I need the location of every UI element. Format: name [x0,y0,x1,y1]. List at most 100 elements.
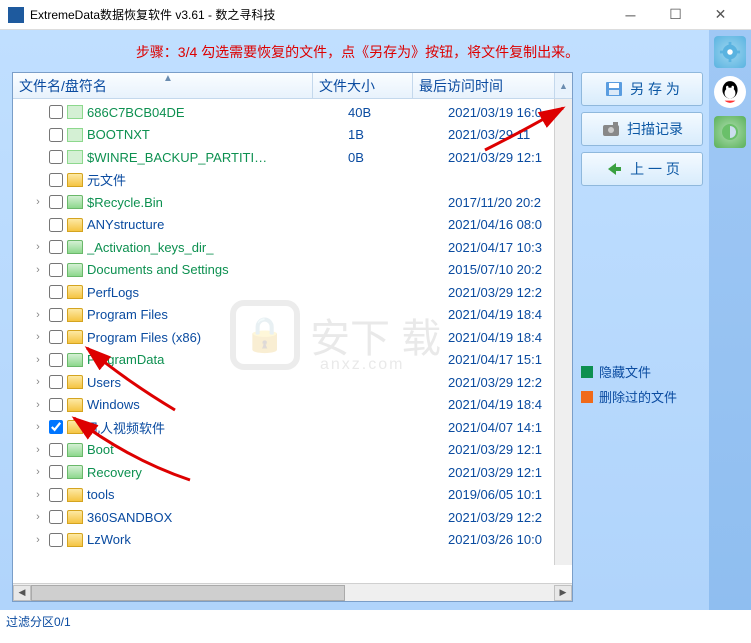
expand-icon[interactable]: › [31,511,45,523]
file-checkbox[interactable] [49,150,63,164]
file-checkbox[interactable] [49,218,63,232]
file-row[interactable]: ›tools2019/06/05 10:1 [13,484,572,507]
file-row[interactable]: ANYstructure2021/04/16 08:0 [13,214,572,237]
file-checkbox[interactable] [49,398,63,412]
file-checkbox[interactable] [49,308,63,322]
legend-deleted: 删除过的文件 [581,387,703,406]
file-checkbox[interactable] [49,330,63,344]
file-row[interactable]: BOOTNXT1B2021/03/29 11 [13,124,572,147]
file-row[interactable]: 686C7BCB04DE40B2021/03/19 16:0 [13,101,572,124]
file-row[interactable]: › Program Files 2021/04/19 18:4 [13,304,572,327]
file-time: 2021/03/29 12:1 [442,465,572,480]
file-checkbox[interactable] [49,465,63,479]
legend-hidden-label: 隐藏文件 [599,362,651,381]
folder-icon [67,353,83,367]
file-time: 2021/03/26 10:0 [442,532,572,547]
scroll-left-button[interactable]: ◀ [13,585,31,601]
expand-icon[interactable]: › [31,421,45,433]
prev-page-label: 上 一 页 [630,159,680,179]
file-time: 2021/03/29 12:2 [442,510,572,525]
file-name: Program Files [87,307,342,322]
settings-icon[interactable] [714,36,746,68]
file-row[interactable]: ›Recovery2021/03/29 12:1 [13,461,572,484]
file-row[interactable]: ›LzWork2021/03/26 10:0 [13,529,572,552]
file-time: 2021/04/19 18:4 [442,397,572,412]
expand-icon[interactable]: › [31,196,45,208]
folder-icon [67,533,83,547]
file-checkbox[interactable] [49,173,63,187]
folder-icon [67,240,83,254]
file-checkbox[interactable] [49,195,63,209]
column-filesize[interactable]: 文件大小 [313,73,413,98]
file-checkbox[interactable] [49,420,63,434]
expand-icon[interactable]: › [31,489,45,501]
file-checkbox[interactable] [49,263,63,277]
file-name: tools [87,487,342,502]
file-checkbox[interactable] [49,375,63,389]
file-list-pane: ▲ 文件名/盘符名 文件大小 最后访问时间 ▲ 686C7BCB04DE40B2… [12,72,573,602]
file-name: Boot [87,442,342,457]
folder-icon [67,218,83,232]
file-row[interactable]: ›Documents and Settings2015/07/10 20:2 [13,259,572,282]
file-checkbox[interactable] [49,533,63,547]
expand-icon[interactable]: › [31,376,45,388]
file-row[interactable]: ›Windows2021/04/19 18:4 [13,394,572,417]
expand-icon[interactable]: › [31,331,45,343]
file-row[interactable]: › Boot 2021/03/29 12:1 [13,439,572,462]
file-name: ProgramData [87,352,342,367]
camera-icon [601,120,621,138]
file-size: 1B [342,127,442,142]
qq-icon[interactable] [714,76,746,108]
expand-icon[interactable]: › [31,399,45,411]
scroll-right-button[interactable]: ▶ [554,585,572,601]
expand-icon[interactable]: › [31,444,45,456]
vertical-scrollbar[interactable] [554,99,572,565]
file-checkbox[interactable] [49,443,63,457]
system-tray-icon[interactable] [714,116,746,148]
expand-icon[interactable]: › [31,534,45,546]
file-row[interactable]: ›Program Files (x86)2021/04/19 18:4 [13,326,572,349]
legend-deleted-label: 删除过的文件 [599,387,677,406]
file-row[interactable]: ›Users2021/03/29 12:2 [13,371,572,394]
file-time: 2021/04/19 18:4 [442,307,572,322]
file-name: Documents and Settings [87,262,342,277]
status-text: 过滤分区0/1 [6,613,71,630]
file-time: 2021/03/29 12:1 [442,442,572,457]
file-checkbox[interactable] [49,240,63,254]
save-as-button[interactable]: 另 存 为 [581,72,703,106]
minimize-button[interactable]: ─ [608,1,653,29]
close-button[interactable]: ✕ [698,1,743,29]
file-checkbox[interactable] [49,128,63,142]
maximize-button[interactable]: ☐ [653,1,698,29]
expand-icon[interactable]: › [31,466,45,478]
folder-icon [67,330,83,344]
file-row[interactable]: ›凡人视频软件2021/04/07 14:1 [13,416,572,439]
file-checkbox[interactable] [49,105,63,119]
file-time: 2021/04/07 14:1 [442,420,572,435]
file-row[interactable]: PerfLogs2021/03/29 12:2 [13,281,572,304]
legend-deleted-color [581,391,593,403]
file-checkbox[interactable] [49,285,63,299]
file-row[interactable]: $WINRE_BACKUP_PARTITI…0B2021/03/29 12:1 [13,146,572,169]
file-checkbox[interactable] [49,510,63,524]
file-row[interactable]: ›_Activation_keys_dir_2021/04/17 10:3 [13,236,572,259]
file-checkbox[interactable] [49,488,63,502]
expand-icon[interactable]: › [31,264,45,276]
file-row[interactable]: ›ProgramData2021/04/17 15:1 [13,349,572,372]
file-row[interactable]: 元文件 [13,169,572,192]
titlebar: ExtremeData数据恢复软件 v3.61 - 数之寻科技 ─ ☐ ✕ [0,0,751,30]
legend: 隐藏文件 删除过的文件 [581,362,703,412]
horizontal-scrollbar[interactable]: ◀ ▶ [13,583,572,601]
file-row[interactable]: ›360SANDBOX2021/03/29 12:2 [13,506,572,529]
file-checkbox[interactable] [49,353,63,367]
scroll-up-button[interactable]: ▲ [554,73,572,98]
scan-log-button[interactable]: 扫描记录 [581,112,703,146]
scrollbar-thumb[interactable] [31,585,345,601]
expand-icon[interactable]: › [31,309,45,321]
expand-icon[interactable]: › [31,354,45,366]
column-time[interactable]: 最后访问时间 [413,73,554,98]
app-icon [8,7,24,23]
file-row[interactable]: ›$Recycle.Bin2017/11/20 20:2 [13,191,572,214]
prev-page-button[interactable]: 上 一 页 [581,152,703,186]
expand-icon[interactable]: › [31,241,45,253]
